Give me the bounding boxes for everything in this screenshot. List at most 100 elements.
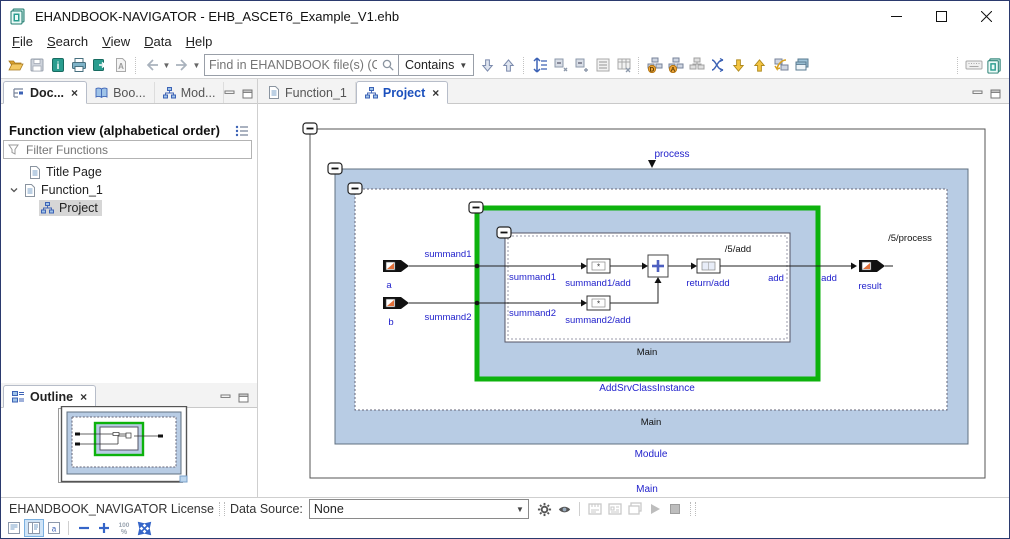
go-back-diagram-icon[interactable] bbox=[770, 55, 791, 76]
toolbar-separator bbox=[957, 56, 959, 74]
minimize-button[interactable] bbox=[874, 1, 919, 31]
filter-input[interactable] bbox=[24, 141, 247, 158]
block-summand1-add[interactable]: * bbox=[586, 258, 611, 274]
tree-item-project[interactable]: Project bbox=[1, 199, 257, 217]
tab-models[interactable]: Mod... bbox=[155, 82, 225, 103]
menu-help[interactable]: Help bbox=[179, 32, 220, 51]
chevron-down-icon: ▼ bbox=[515, 504, 524, 514]
fit-to-window-icon[interactable] bbox=[134, 519, 154, 537]
collapse-all-icon bbox=[550, 55, 571, 76]
calibrate-icon bbox=[605, 500, 625, 518]
show-ids-icon[interactable]: D bbox=[644, 55, 665, 76]
title-bar: EHANDBOOK-NAVIGATOR - EHB_ASCET6_Example… bbox=[1, 1, 1009, 31]
svg-text:i: i bbox=[56, 61, 59, 72]
license-label: EHANDBOOK_NAVIGATOR License bbox=[9, 502, 214, 516]
close-icon[interactable]: × bbox=[71, 86, 78, 100]
minimize-panel-icon[interactable] bbox=[972, 89, 983, 99]
editor-area: Function_1 Project × process * * summand… bbox=[258, 79, 1009, 498]
expand-all-icon[interactable] bbox=[529, 55, 550, 76]
nav-forward-dropdown-icon: ▼ bbox=[192, 60, 201, 70]
wire-label-add-right: add bbox=[821, 273, 837, 284]
toolbar-separator bbox=[523, 56, 525, 74]
tab-label: Function_1 bbox=[285, 85, 347, 100]
collapse-button-class[interactable] bbox=[468, 201, 484, 214]
tree-view-icon bbox=[13, 87, 23, 98]
box-label-module[interactable]: Module bbox=[635, 449, 668, 460]
collapse-button-outer[interactable] bbox=[302, 122, 318, 135]
block-label-summand1-add[interactable]: summand1/add bbox=[565, 278, 630, 289]
maximize-panel-icon[interactable] bbox=[990, 89, 1001, 99]
zoom-in-icon[interactable] bbox=[94, 519, 114, 537]
export-icon[interactable] bbox=[89, 55, 110, 76]
print-icon[interactable] bbox=[68, 55, 89, 76]
tab-project[interactable]: Project × bbox=[355, 81, 449, 104]
diagram-canvas[interactable]: process * * summand1 summand2 a b summan… bbox=[258, 104, 1009, 498]
block-return-add[interactable] bbox=[696, 258, 721, 274]
menu-bar: File Search View Data Help bbox=[1, 31, 1009, 52]
svg-text:*: * bbox=[597, 263, 600, 272]
go-into-icon[interactable] bbox=[728, 55, 749, 76]
find-next-icon[interactable] bbox=[477, 55, 498, 76]
left-panel: Doc... × Boo... Mod... Function view (al… bbox=[1, 79, 258, 498]
maximize-panel-icon[interactable] bbox=[242, 89, 253, 99]
filter-icon bbox=[8, 144, 19, 155]
maximize-button[interactable] bbox=[919, 1, 964, 31]
tab-documents[interactable]: Doc... × bbox=[3, 81, 88, 104]
block-summand2-add[interactable]: * bbox=[586, 295, 611, 311]
menu-view[interactable]: View bbox=[95, 32, 137, 51]
expander-icon[interactable] bbox=[9, 185, 19, 195]
menu-data[interactable]: Data bbox=[137, 32, 178, 51]
find-input[interactable] bbox=[205, 57, 381, 73]
menu-file[interactable]: File bbox=[5, 32, 40, 51]
status-separator bbox=[68, 521, 70, 535]
minimize-panel-icon[interactable] bbox=[220, 393, 231, 403]
open-file-icon[interactable] bbox=[5, 55, 26, 76]
maximize-panel-icon[interactable] bbox=[238, 393, 249, 403]
svg-text:*: * bbox=[597, 300, 600, 309]
status-separator bbox=[578, 502, 581, 516]
split-page-view-icon[interactable] bbox=[24, 519, 44, 537]
menu-search[interactable]: Search bbox=[40, 32, 95, 51]
go-up-icon[interactable] bbox=[749, 55, 770, 76]
block-label-return-add[interactable]: return/add bbox=[686, 278, 729, 289]
annotation-view-icon[interactable]: a bbox=[44, 519, 64, 537]
close-icon[interactable]: × bbox=[80, 390, 87, 404]
tree-item-title-page[interactable]: Title Page bbox=[1, 163, 257, 181]
tab-function-1[interactable]: Function_1 bbox=[260, 82, 356, 103]
zoom-out-icon[interactable] bbox=[74, 519, 94, 537]
port-label-result: result bbox=[858, 281, 882, 292]
tree-item-function-1[interactable]: Function_1 bbox=[1, 181, 257, 199]
adder-block[interactable] bbox=[647, 254, 669, 278]
collapse-button-inner[interactable] bbox=[496, 226, 512, 239]
find-previous-icon[interactable] bbox=[498, 55, 519, 76]
toolbar-grip bbox=[218, 502, 225, 516]
close-button[interactable] bbox=[964, 1, 1009, 31]
close-icon[interactable]: × bbox=[432, 86, 439, 100]
tab-label: Outline bbox=[30, 389, 74, 404]
block-label-summand2-add[interactable]: summand2/add bbox=[565, 315, 630, 326]
box-label-main-outer[interactable]: Main bbox=[636, 484, 658, 495]
navigate-links-icon[interactable] bbox=[707, 55, 728, 76]
data-source-select[interactable]: None ▼ bbox=[308, 499, 529, 519]
info-book-icon[interactable]: i bbox=[47, 55, 68, 76]
app-logo-toolbar-icon[interactable] bbox=[984, 55, 1005, 76]
toolbar-separator bbox=[638, 56, 640, 74]
contains-dropdown[interactable]: Contains ▼ bbox=[398, 55, 474, 75]
show-labels-icon[interactable]: A bbox=[665, 55, 686, 76]
view-menu-icon[interactable] bbox=[235, 125, 249, 137]
new-window-icon[interactable] bbox=[791, 55, 812, 76]
panel-buttons bbox=[972, 89, 1009, 103]
main-toolbar: i A ▼ ▼ Contains ▼ bbox=[1, 52, 1009, 79]
process-label[interactable]: process bbox=[654, 149, 689, 160]
collapse-button-module[interactable] bbox=[327, 162, 343, 175]
minimize-panel-icon[interactable] bbox=[224, 89, 235, 99]
visibility-icon[interactable] bbox=[555, 500, 575, 518]
tab-bookmarks[interactable]: Boo... bbox=[87, 82, 155, 103]
collapse-button-main[interactable] bbox=[347, 182, 363, 195]
box-label-class-instance[interactable]: AddSrvClassInstance bbox=[599, 383, 695, 394]
single-page-view-icon[interactable] bbox=[4, 519, 24, 537]
tab-outline[interactable]: Outline × bbox=[3, 385, 97, 408]
outline-content bbox=[1, 406, 257, 498]
settings-gear-icon[interactable] bbox=[535, 500, 555, 518]
outline-thumbnail[interactable] bbox=[58, 406, 190, 488]
